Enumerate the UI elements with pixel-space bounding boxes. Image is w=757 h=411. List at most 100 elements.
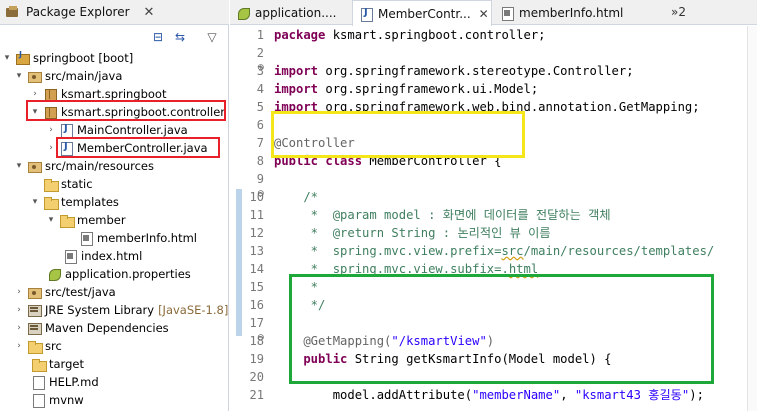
line-number: 2 bbox=[256, 46, 264, 60]
tree-item-label: Maven Dependencies bbox=[45, 321, 169, 335]
tab-label: application.... bbox=[255, 5, 337, 20]
tree-item-src-main-java[interactable]: ▾ src/main/java bbox=[14, 67, 122, 85]
keyword: import bbox=[274, 64, 319, 78]
tree-item-label: member bbox=[77, 213, 126, 227]
tree-item-label: src/main/java bbox=[45, 69, 123, 83]
collapse-twisty-icon[interactable]: › bbox=[30, 89, 40, 99]
tree-item-springboot[interactable]: ▾ springboot [boot] bbox=[2, 49, 133, 67]
close-icon[interactable]: ✕ bbox=[479, 7, 489, 21]
file-icon bbox=[31, 375, 45, 390]
source-folder-icon bbox=[27, 159, 42, 173]
tab-application-properties[interactable]: application.... bbox=[230, 0, 350, 25]
tree-item-decoration: [JavaSE-1.8] bbox=[158, 303, 229, 317]
expand-twisty-icon[interactable]: ▾ bbox=[14, 161, 24, 171]
package-icon bbox=[43, 87, 57, 101]
java-file-icon bbox=[359, 7, 373, 22]
keyword: package bbox=[274, 28, 326, 42]
tree-item-target[interactable]: target bbox=[18, 355, 84, 373]
code-line: import org.springframework.stereotype.Co… bbox=[274, 62, 634, 80]
package-explorer-tab[interactable]: Package Explorer ✕ bbox=[0, 0, 229, 25]
tree-item-label: mvnw bbox=[49, 393, 84, 407]
tree-item-mvnw[interactable]: mvnw bbox=[18, 391, 84, 409]
package-explorer-view: Package Explorer ✕ ⊟ ⇆ ▽ ▾ springboot [b… bbox=[0, 0, 229, 411]
collapse-all-icon[interactable]: ⊟ bbox=[150, 30, 166, 44]
library-icon bbox=[27, 321, 42, 335]
collapse-twisty-icon[interactable]: › bbox=[14, 341, 24, 351]
folder-icon bbox=[43, 195, 59, 210]
line-number: 17 bbox=[249, 316, 264, 330]
membercontroller-file-highlight bbox=[56, 137, 220, 158]
folder-icon bbox=[27, 339, 43, 354]
line-number: 5 bbox=[256, 100, 264, 114]
folder-icon bbox=[43, 177, 59, 192]
tab-membercontroller[interactable]: MemberContr... ✕ bbox=[352, 0, 492, 26]
code-line: * @return String : 논리적인 뷰 이름 bbox=[274, 224, 551, 242]
line-number: 16 bbox=[249, 298, 264, 312]
library-icon bbox=[27, 303, 42, 317]
fold-collapse-icon[interactable]: ⊖ bbox=[257, 189, 265, 199]
collapse-twisty-icon[interactable]: › bbox=[14, 287, 24, 297]
string-literal: "memberName" bbox=[472, 388, 561, 402]
tab-memberinfo-html[interactable]: memberInfo.html bbox=[494, 0, 624, 25]
view-menu-icon[interactable]: ▽ bbox=[204, 30, 220, 44]
tree-item-application-properties[interactable]: application.properties bbox=[34, 265, 191, 283]
tab-overflow-button[interactable]: »2 bbox=[671, 5, 686, 19]
java-editor: application.... MemberContr... ✕ memberI… bbox=[230, 0, 757, 411]
comment-text: * @param model : bbox=[274, 208, 443, 222]
line-number: 6 bbox=[256, 118, 264, 132]
line-number: 9 bbox=[256, 172, 264, 186]
tree-item-src[interactable]: › src bbox=[14, 337, 62, 355]
tree-item-maven-dependencies[interactable]: › Maven Dependencies bbox=[14, 319, 169, 337]
tree-item-help-md[interactable]: HELP.md bbox=[18, 373, 99, 391]
controller-package-highlight bbox=[26, 100, 226, 121]
comment-text: 논리적인 뷰 이름 bbox=[457, 226, 551, 240]
project-icon bbox=[15, 50, 30, 65]
explorer-toolbar: ⊟ ⇆ ▽ bbox=[0, 27, 229, 47]
collapse-twisty-icon[interactable]: › bbox=[46, 143, 56, 153]
line-number: 8 bbox=[256, 154, 264, 168]
tree-item-jre-system-library[interactable]: › JRE System Library [JavaSE-1.8] bbox=[14, 301, 228, 319]
tree-item-member[interactable]: ▾ member bbox=[46, 211, 126, 229]
tree-item-src-main-resources[interactable]: ▾ src/main/resources bbox=[14, 157, 154, 175]
code-text: ); bbox=[689, 388, 704, 402]
expand-twisty-icon[interactable]: ▾ bbox=[14, 71, 24, 81]
html-file-icon bbox=[500, 6, 514, 21]
expand-twisty-icon[interactable]: ▾ bbox=[30, 197, 40, 207]
collapse-twisty-icon[interactable]: › bbox=[46, 125, 56, 135]
line-number: 19 bbox=[249, 352, 264, 366]
tree-item-templates[interactable]: ▾ templates bbox=[30, 193, 119, 211]
collapse-twisty-icon[interactable]: › bbox=[14, 323, 24, 333]
tree-item-label: memberInfo.html bbox=[97, 231, 197, 245]
source-folder-icon bbox=[27, 69, 42, 83]
code-line: package ksmart.springboot.controller; bbox=[274, 26, 546, 44]
code-text: , bbox=[560, 388, 575, 402]
comment-text: * @return String : bbox=[274, 226, 458, 240]
string-literal: "ksmart43 홍길동" bbox=[574, 388, 690, 402]
line-number: 11 bbox=[249, 208, 264, 222]
link-with-editor-icon[interactable]: ⇆ bbox=[172, 30, 188, 44]
tree-item-memberinfo-html[interactable]: memberInfo.html bbox=[66, 229, 197, 247]
collapse-twisty-icon[interactable]: › bbox=[14, 305, 24, 315]
package-explorer-icon bbox=[6, 6, 20, 18]
comment-text: * spring.mvc.view.prefix= bbox=[274, 244, 502, 258]
tree-item-label: springboot [boot] bbox=[33, 51, 134, 65]
tree-item-label: target bbox=[49, 357, 84, 371]
tree-item-label: JRE System Library bbox=[45, 303, 155, 317]
expand-twisty-icon[interactable]: ▾ bbox=[46, 215, 56, 225]
tree-item-label: ksmart.springboot bbox=[61, 87, 167, 101]
line-number: 14 bbox=[249, 262, 264, 276]
expand-twisty-icon[interactable]: ▾ bbox=[2, 53, 12, 63]
close-icon[interactable]: ✕ bbox=[144, 5, 155, 20]
source-folder-icon bbox=[27, 285, 42, 299]
line-number-gutter: 1 2 3 ⊕ 4 5 6 7 8 9 10 ⊖ 11 12 13 14 15 … bbox=[230, 26, 268, 411]
tree-item-index-html[interactable]: index.html bbox=[50, 247, 142, 265]
tree-item-src-test-java[interactable]: › src/test/java bbox=[14, 283, 116, 301]
line-number: 1 bbox=[256, 28, 264, 42]
line-number: 4 bbox=[256, 82, 264, 96]
vertical-scrollbar[interactable] bbox=[747, 26, 757, 411]
line-number: 21 bbox=[249, 388, 264, 402]
fold-expand-icon[interactable]: ⊕ bbox=[257, 63, 265, 73]
fold-collapse-icon[interactable]: ⊖ bbox=[257, 333, 265, 343]
tree-item-static[interactable]: static bbox=[30, 175, 93, 193]
controller-annotation-highlight bbox=[271, 111, 525, 158]
